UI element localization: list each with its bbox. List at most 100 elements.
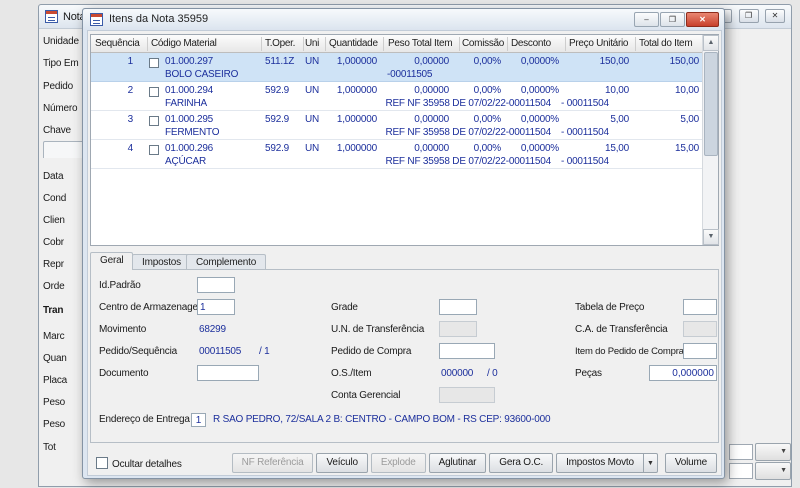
- movimento-value: 68299: [199, 324, 226, 335]
- bg-partial-dropdown-1[interactable]: ▼: [755, 443, 791, 461]
- tab-impostos[interactable]: Impostos: [132, 254, 191, 270]
- dialog-titlebar[interactable]: Itens da Nota 35959 – ❐ ✕: [83, 9, 724, 30]
- cell-referencia-2: - 00011504: [561, 156, 609, 167]
- col-header-uni[interactable]: Uni: [305, 38, 319, 49]
- bg-tab-fragment[interactable]: [43, 141, 85, 158]
- cell-codigo: 01.000.297: [165, 56, 214, 67]
- cell-uni: UN: [305, 114, 320, 125]
- impostos-movto-button[interactable]: Impostos Movto: [556, 453, 644, 473]
- scrollbar-thumb[interactable]: [704, 52, 718, 156]
- restore-icon[interactable]: ❐: [660, 12, 685, 27]
- col-header-peso[interactable]: Peso Total Item: [388, 38, 453, 49]
- bg-label-peso2: Peso: [43, 419, 65, 430]
- minimize-icon[interactable]: –: [634, 12, 659, 27]
- cell-desconto: 0,0000%: [520, 114, 559, 125]
- cell-desconto: 0,0000%: [520, 85, 559, 96]
- pecas-field[interactable]: [649, 365, 717, 381]
- col-header-codigo[interactable]: Código Material: [151, 38, 217, 49]
- col-header-total[interactable]: Total do Item: [639, 38, 693, 49]
- item-pedido-compra-field[interactable]: [683, 343, 717, 359]
- maximize-icon[interactable]: ❐: [738, 9, 759, 23]
- gera-oc-button[interactable]: Gera O.C.: [489, 453, 554, 473]
- aglutinar-button[interactable]: Aglutinar: [428, 453, 487, 473]
- close-icon[interactable]: ✕: [765, 9, 785, 23]
- row-checkbox[interactable]: [149, 87, 159, 97]
- cell-comissao: 0,00%: [473, 114, 502, 125]
- tab-complemento[interactable]: Complemento: [186, 254, 267, 270]
- col-header-comissao[interactable]: Comissão: [462, 38, 504, 49]
- grade-field[interactable]: [439, 299, 477, 315]
- explode-button[interactable]: Explode: [370, 453, 426, 473]
- veiculo-button[interactable]: Veículo: [316, 453, 368, 473]
- grid-header: Sequência Código Material T.Oper. Uni Qu…: [91, 35, 702, 53]
- cell-quantidade: 1,000000: [336, 85, 377, 96]
- cell-sequencia: 1: [127, 56, 134, 67]
- cell-toper: 592.9: [265, 114, 290, 125]
- item-pedido-compra-label: Item do Pedido de Compra: [575, 346, 684, 357]
- scroll-down-icon[interactable]: ▼: [703, 229, 719, 245]
- tab-geral[interactable]: Geral: [90, 252, 134, 270]
- cell-total: 15,00: [674, 143, 699, 154]
- dialog-icon: [90, 13, 103, 26]
- col-header-sequencia[interactable]: Sequência: [95, 38, 140, 49]
- nf-referencia-button[interactable]: NF Referência: [231, 453, 314, 473]
- cell-referencia-2: - 00011504: [561, 98, 609, 109]
- bg-label-peso1: Peso: [43, 397, 65, 408]
- ocultar-detalhes-checkbox[interactable]: [96, 457, 108, 469]
- col-header-quantidade[interactable]: Quantidade: [329, 38, 378, 49]
- tabela-preco-field[interactable]: [683, 299, 717, 315]
- items-grid: Sequência Código Material T.Oper. Uni Qu…: [90, 34, 719, 246]
- endereco-entrega-value: R SAO PEDRO, 72/SALA 2 B: CENTRO - CAMPO…: [213, 414, 551, 425]
- cell-descricao: FARINHA: [165, 98, 207, 109]
- cell-comissao: 0,00%: [473, 56, 502, 67]
- cell-codigo: 01.000.295: [165, 114, 214, 125]
- cell-quantidade: 1,000000: [336, 56, 377, 67]
- cell-total: 5,00: [680, 114, 699, 125]
- documento-field[interactable]: [197, 365, 259, 381]
- table-row[interactable]: 3 01.000.295 592.9 UN 1,000000 0,00000 0…: [91, 111, 702, 140]
- dialog-caption-buttons: – ❐ ✕: [633, 12, 719, 27]
- bg-partial-dropdown-2[interactable]: ▼: [755, 462, 791, 480]
- bg-partial-field-2[interactable]: [729, 463, 753, 479]
- chevron-down-icon[interactable]: ▼: [643, 453, 658, 473]
- endereco-entrega-numero[interactable]: 1: [191, 413, 206, 427]
- cell-referencia-2: - 00011504: [561, 127, 609, 138]
- bg-label-cond: Cond: [43, 193, 67, 204]
- centro-armazenagem-field[interactable]: [197, 299, 235, 315]
- tab-panel-geral: Id.Padrão Centro de Armazenagem Moviment…: [90, 269, 719, 443]
- table-row[interactable]: 1 01.000.297 511.1Z UN 1,000000 0,00000 …: [91, 53, 702, 82]
- tabela-preco-label: Tabela de Preço: [575, 302, 645, 313]
- bg-partial-field-1[interactable]: [729, 444, 753, 460]
- grid-scrollbar[interactable]: ▲ ▼: [702, 35, 719, 245]
- dialog-title: Itens da Nota 35959: [109, 13, 209, 25]
- movimento-label: Movimento: [99, 324, 147, 335]
- row-checkbox[interactable]: [149, 58, 159, 68]
- ca-transferencia-field: [683, 321, 717, 337]
- bg-label-cobranca: Cobr: [43, 237, 64, 248]
- row-checkbox[interactable]: [149, 145, 159, 155]
- cell-sequencia: 4: [127, 143, 134, 154]
- ocultar-detalhes-label: Ocultar detalhes: [112, 459, 182, 470]
- footer-buttons: NF Referência Veículo Explode Aglutinar …: [229, 453, 717, 473]
- bg-label-tipo: Tipo Em: [43, 58, 79, 69]
- table-row[interactable]: 2 01.000.294 592.9 UN 1,000000 0,00000 0…: [91, 82, 702, 111]
- col-header-toper[interactable]: T.Oper.: [265, 38, 295, 49]
- table-row[interactable]: 4 01.000.296 592.9 UN 1,000000 0,00000 0…: [91, 140, 702, 169]
- row-checkbox[interactable]: [149, 116, 159, 126]
- os-item-value: 000000: [441, 368, 474, 379]
- centro-armazenagem-label: Centro de Armazenagem: [99, 302, 206, 313]
- bg-label-unidade: Unidade: [43, 36, 79, 47]
- cell-peso: 0,00000: [414, 56, 449, 67]
- col-header-desconto[interactable]: Desconto: [511, 38, 551, 49]
- col-header-preco[interactable]: Preço Unitário: [569, 38, 628, 49]
- close-icon[interactable]: ✕: [686, 12, 719, 27]
- volume-button[interactable]: Volume: [664, 453, 717, 473]
- cell-referencia: -00011505: [387, 69, 433, 80]
- pedido-compra-field[interactable]: [439, 343, 495, 359]
- cell-quantidade: 1,000000: [336, 114, 377, 125]
- id-padrao-field[interactable]: [197, 277, 235, 293]
- cell-descricao: FERMENTO: [165, 127, 220, 138]
- bg-label-total: Tot: [43, 442, 56, 453]
- cell-toper: 592.9: [265, 143, 290, 154]
- scroll-up-icon[interactable]: ▲: [703, 35, 719, 51]
